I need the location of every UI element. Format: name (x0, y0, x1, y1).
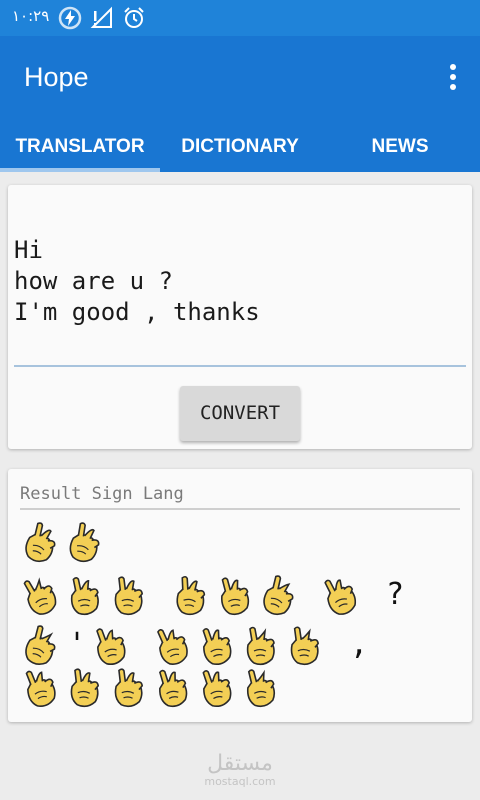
input-line: how are u ? (14, 267, 173, 295)
sign-hand-icon (258, 573, 298, 619)
status-time: ١٠:٢٩ (12, 7, 50, 25)
sign-hand-icon (240, 623, 280, 669)
sign-hand-icon (170, 573, 210, 619)
sign-hand-icon (64, 573, 104, 619)
sign-hand-icon (152, 623, 192, 669)
sign-hand-icon (196, 623, 236, 669)
battery-charging-icon (58, 6, 82, 30)
sign-punctuation: ? (386, 577, 405, 612)
tab-dictionary[interactable]: DICTIONARY (160, 122, 320, 172)
tab-translator[interactable]: TRANSLATOR (0, 122, 160, 172)
sign-hand-icon (240, 665, 280, 711)
result-label: Result Sign Lang (20, 484, 184, 504)
tab-news[interactable]: NEWS (320, 122, 480, 172)
tab-indicator (0, 168, 160, 172)
sign-hand-icon (64, 665, 104, 711)
result-card: Result Sign Lang ? ', (8, 469, 472, 722)
signal-icon (90, 6, 112, 28)
sign-hand-icon (20, 520, 60, 566)
sign-row (20, 665, 460, 711)
app-title: Hope (24, 62, 89, 92)
sign-hand-icon (20, 573, 60, 619)
watermark-logo: مستقل mostaql.com (204, 751, 276, 788)
sign-hand-icon (90, 623, 130, 669)
sign-punctuation: , (350, 627, 369, 662)
status-bar: ١٠:٢٩ (0, 0, 480, 36)
sign-punctuation: ' (68, 627, 87, 662)
sign-hand-icon (152, 665, 192, 711)
sign-hand-icon (108, 665, 148, 711)
sign-hand-icon (108, 573, 148, 619)
input-card: Hi how are u ? I'm good , thanks CONVERT (8, 185, 472, 449)
result-underline (20, 508, 460, 510)
sign-hand-icon (20, 623, 60, 669)
sign-hand-icon (214, 573, 254, 619)
sign-hand-icon (64, 520, 104, 566)
sign-row (20, 520, 460, 566)
input-line: Hi (14, 236, 43, 264)
sign-row: ', (20, 623, 460, 669)
input-underline (14, 365, 466, 367)
more-vert-icon[interactable] (446, 64, 460, 94)
sign-hand-icon (196, 665, 236, 711)
convert-button[interactable]: CONVERT (180, 386, 300, 441)
alarm-icon (124, 7, 144, 28)
app-bar: Hope TRANSLATOR DICTIONARY NEWS (0, 36, 480, 172)
sign-hand-icon (284, 623, 324, 669)
input-line: I'm good , thanks (14, 298, 260, 326)
translation-input[interactable]: Hi how are u ? I'm good , thanks (14, 235, 464, 328)
sign-row: ? (20, 573, 460, 619)
sign-hand-icon (20, 665, 60, 711)
sign-hand-icon (320, 573, 360, 619)
